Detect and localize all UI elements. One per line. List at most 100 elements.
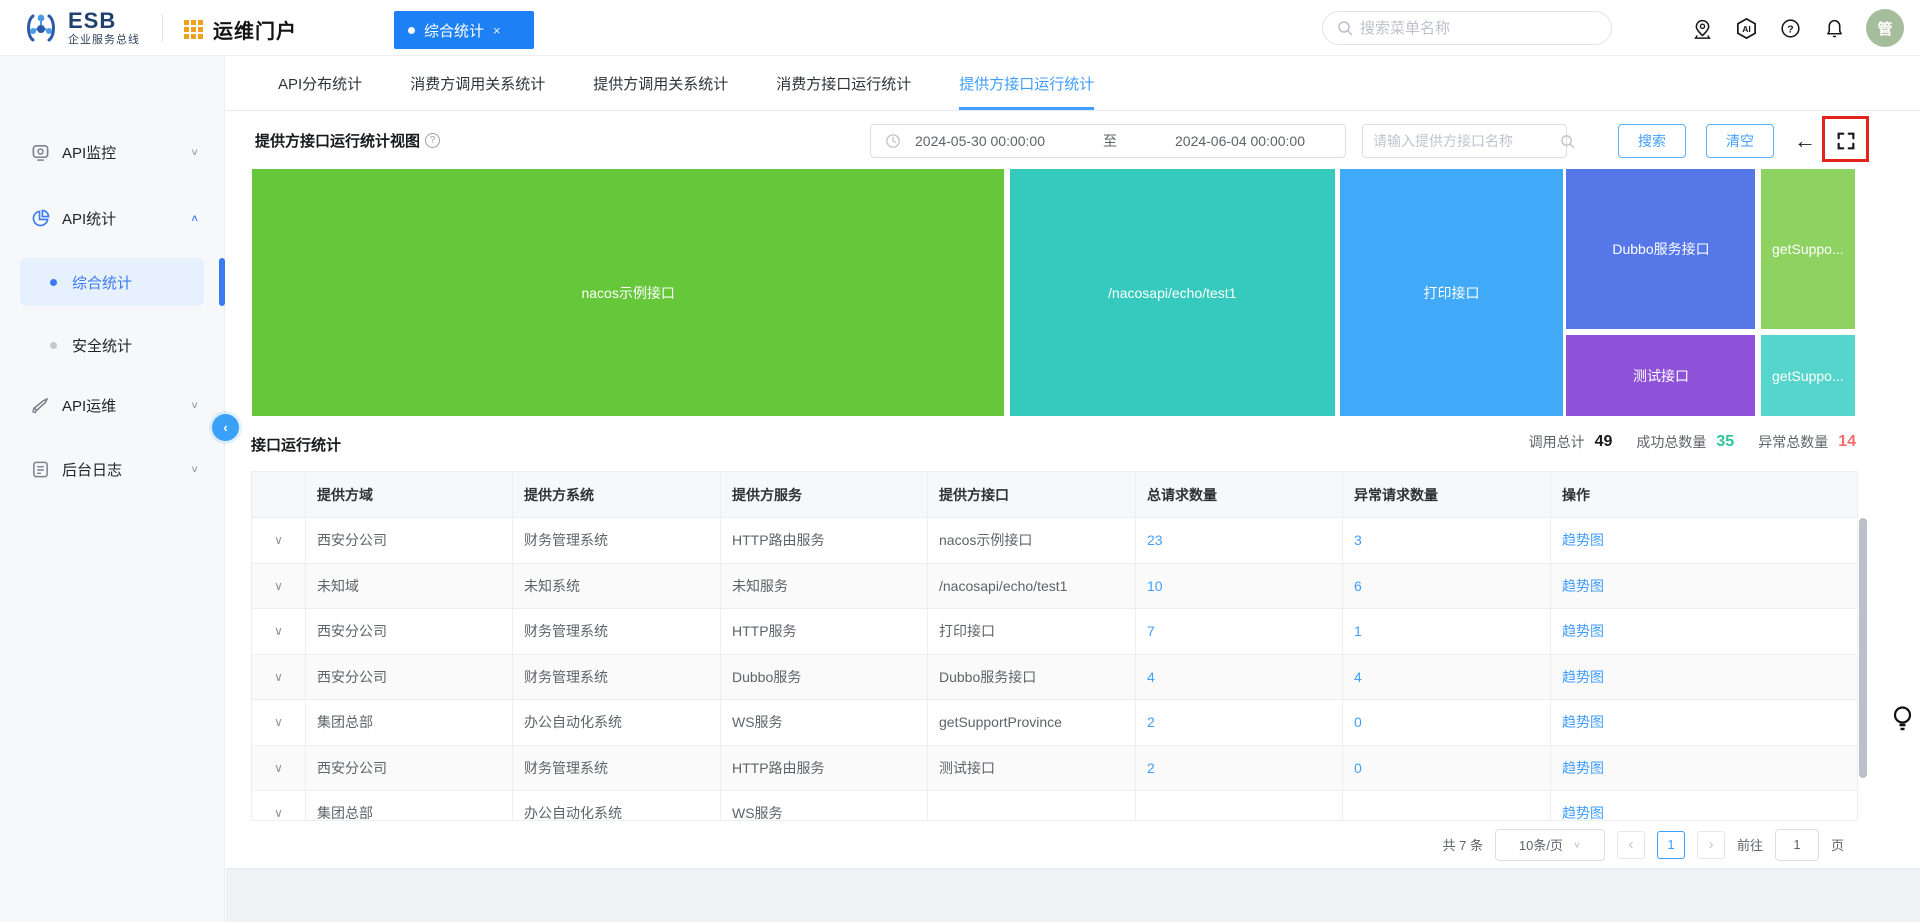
table-cell: HTTP路由服务 [721,518,928,564]
treemap-block[interactable]: /nacosapi/echo/test1 [1008,168,1336,417]
fullscreen-icon[interactable] [1833,128,1859,154]
clear-button[interactable]: 清空 [1706,124,1774,158]
request-count-link[interactable]: 1 [1343,609,1551,655]
treemap-block[interactable]: 打印接口 [1339,168,1564,417]
sidebar-item-backend-logs[interactable]: 后台日志 ∨ [0,449,225,489]
request-count-link[interactable]: 4 [1136,654,1343,700]
interface-name-search[interactable] [1362,124,1575,158]
info-tooltip-icon[interactable]: ? [425,133,441,148]
page-size-select[interactable]: 10条/页 ∨ [1494,828,1605,861]
table-scrollbar[interactable] [1859,518,1867,778]
tab-consumer-interface-run[interactable]: 消费方接口运行统计 [776,56,911,110]
open-tab-chip[interactable]: 综合统计 × [394,11,534,49]
table-cell: 财务管理系统 [513,654,721,700]
page-number-1[interactable]: 1 [1656,830,1685,859]
tab-provider-interface-run[interactable]: 提供方接口运行统计 [959,56,1095,110]
row-expand-icon[interactable]: ∨ [252,518,306,564]
tab-api-distribution[interactable]: API分布统计 [278,56,362,110]
treemap-block-label: nacos示例接口 [581,284,675,301]
menu-search-box[interactable] [1322,11,1612,45]
action-cell: 趋势图 [1551,791,1857,821]
sidebar-item-api-stats[interactable]: API统计 ∧ [0,198,225,238]
sidebar-item-api-monitor[interactable]: API监控 ∨ [0,132,225,172]
request-count-link[interactable]: 7 [1136,609,1343,655]
row-expand-icon[interactable]: ∨ [252,654,306,700]
row-expand-icon[interactable]: ∨ [252,791,306,821]
request-count-link [1343,791,1551,821]
ai-assistant-icon[interactable]: AI [1734,16,1758,40]
treemap-block-label: /nacosapi/echo/test1 [1108,284,1237,301]
row-expand-icon[interactable]: ∨ [252,563,306,609]
row-expand-icon[interactable]: ∨ [252,700,306,746]
action-cell: 趋势图 [1551,746,1857,791]
user-avatar[interactable]: 管 [1866,9,1904,47]
search-icon [1560,134,1575,149]
treemap-block[interactable]: nacos示例接口 [251,168,1006,417]
column-header: 提供方系统 [513,472,721,518]
location-icon[interactable] [1690,16,1714,40]
table-cell: Dubbo服务接口 [928,654,1136,700]
table-cell: 集团总部 [306,791,513,821]
table-cell: 未知域 [306,563,513,609]
back-arrow-icon[interactable]: ← [1790,124,1820,158]
date-range-picker[interactable]: 2024-05-30 00:00:00 至 2024-06-04 00:00:0… [870,124,1346,158]
next-page-button[interactable]: › [1696,830,1725,859]
tab-consumer-call-relation[interactable]: 消费方调用关系统计 [410,56,545,110]
goto-page-input[interactable] [1774,828,1819,861]
table-row: ∨ 西安分公司 财务管理系统 Dubbo服务 Dubbo服务接口 4 4 趋势图 [252,654,1857,700]
table-cell: 集团总部 [306,700,513,746]
request-count-link [1136,791,1343,821]
sidebar-collapse-button[interactable]: ‹ [212,414,239,441]
portal-title: 运维门户 [213,21,297,43]
action-cell: 趋势图 [1551,518,1857,564]
date-end-value[interactable]: 2024-06-04 00:00:00 [1175,133,1305,149]
trend-chart-link[interactable]: 趋势图 [1562,621,1604,641]
table-cell: WS服务 [721,700,928,746]
request-count-link[interactable]: 0 [1343,700,1551,746]
sidebar-item-comprehensive-stats[interactable]: 综合统计 [20,258,204,306]
table-row: ∨ 西安分公司 财务管理系统 HTTP路由服务 测试接口 2 0 趋势图 [252,745,1857,791]
sidebar-item-label: API监控 [62,144,117,162]
trend-chart-link[interactable]: 趋势图 [1562,667,1604,687]
sidebar-item-security-stats[interactable]: 安全统计 [20,321,204,369]
lightbulb-icon[interactable] [1890,704,1915,734]
treemap-block[interactable]: 测试接口 [1565,334,1757,417]
row-expand-icon[interactable]: ∨ [252,609,306,655]
request-count-link[interactable]: 0 [1343,745,1551,791]
search-button[interactable]: 搜索 [1618,124,1686,158]
table-cell: 财务管理系统 [513,518,721,564]
notification-bell-icon[interactable] [1822,16,1846,40]
interface-name-input[interactable] [1373,133,1554,149]
tab-provider-call-relation[interactable]: 提供方调用关系统计 [593,56,728,110]
request-count-link[interactable]: 6 [1343,563,1551,609]
sidebar-item-api-ops[interactable]: API运维 ∨ [0,385,225,425]
row-expand-icon[interactable]: ∨ [252,745,306,791]
chip-close-icon[interactable]: × [493,23,501,38]
request-count-link[interactable]: 23 [1136,518,1343,564]
request-count-link[interactable]: 10 [1136,563,1343,609]
sidebar-item-label: API统计 [62,210,117,228]
help-icon[interactable]: ? [1778,16,1802,40]
sidebar-subitem-label: 综合统计 [72,274,133,292]
action-cell: 趋势图 [1551,655,1857,700]
treemap-block-label: 打印接口 [1423,284,1480,301]
treemap-block[interactable]: getSuppo... [1759,168,1856,331]
trend-chart-link[interactable]: 趋势图 [1562,576,1604,596]
treemap-block-label: Dubbo服务接口 [1612,241,1710,258]
trend-chart-link[interactable]: 趋势图 [1562,530,1604,550]
date-start-value[interactable]: 2024-05-30 00:00:00 [915,133,1045,149]
table-row: ∨ 西安分公司 财务管理系统 HTTP服务 打印接口 7 1 趋势图 [252,609,1857,655]
menu-search-input[interactable] [1360,19,1597,37]
trend-chart-link[interactable]: 趋势图 [1562,712,1604,732]
request-count-link[interactable]: 4 [1343,654,1551,700]
table-cell: /nacosapi/echo/test1 [928,563,1136,609]
request-count-link[interactable]: 3 [1343,518,1551,564]
request-count-link[interactable]: 2 [1136,745,1343,791]
prev-page-button[interactable]: ‹ [1616,830,1645,859]
trend-chart-link[interactable]: 趋势图 [1562,803,1604,821]
request-count-link[interactable]: 2 [1136,700,1343,746]
portal-home[interactable]: 运维门户 [184,15,297,44]
trend-chart-link[interactable]: 趋势图 [1562,758,1604,778]
treemap-block[interactable]: Dubbo服务接口 [1565,168,1757,331]
treemap-block[interactable]: getSuppo... [1759,334,1856,417]
